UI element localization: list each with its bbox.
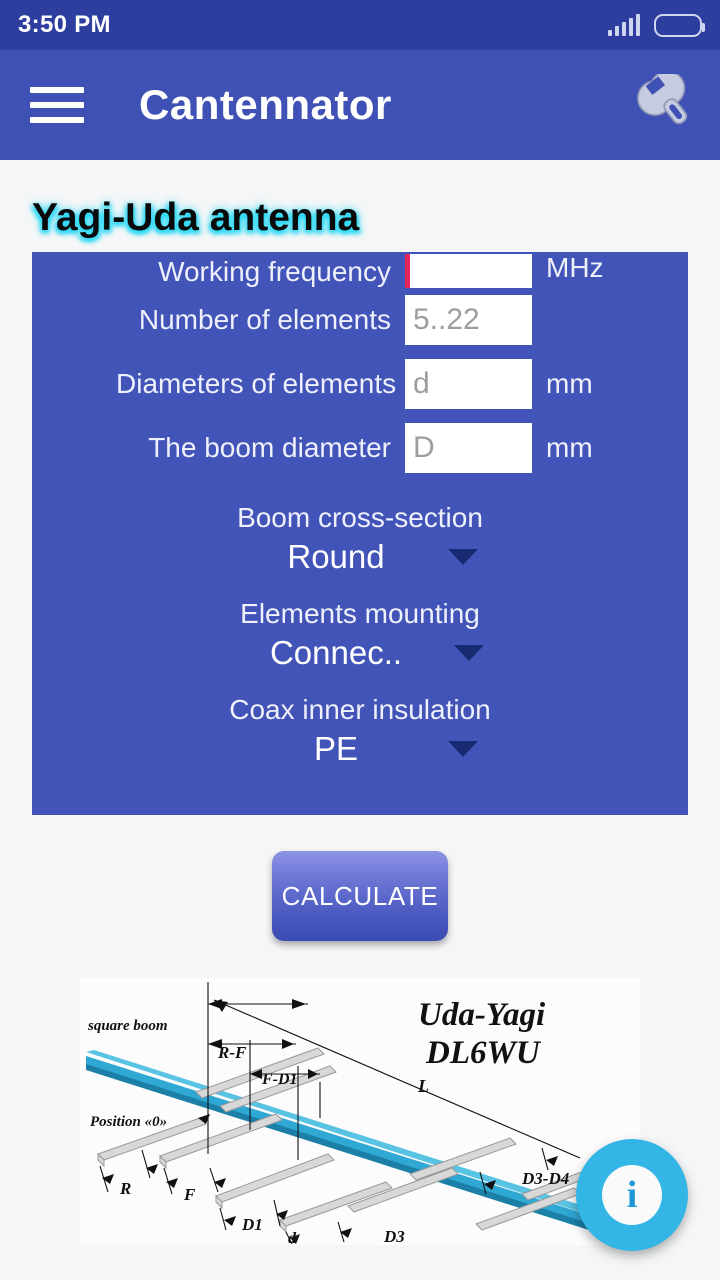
working-frequency-input[interactable]	[405, 254, 532, 288]
chevron-down-icon	[448, 549, 478, 565]
chevron-down-icon	[448, 741, 478, 757]
status-bar: 3:50 PM	[0, 0, 720, 50]
unit-boom-diameter: mm	[546, 432, 593, 463]
info-icon: i	[602, 1165, 662, 1225]
text-caret	[405, 254, 410, 288]
antenna-form-panel: Working frequency MHz Number of elements…	[32, 252, 688, 815]
app-bar: Cantennator	[0, 50, 720, 160]
boom-diameter-input[interactable]: D	[405, 423, 532, 473]
hamburger-menu-icon[interactable]	[30, 83, 84, 127]
status-time: 3:50 PM	[18, 11, 111, 38]
coax-inner-insulation-select[interactable]: PE	[32, 730, 688, 768]
page-title: Yagi-Uda antenna	[32, 196, 360, 239]
boom-cross-section-select[interactable]: Round	[32, 538, 688, 576]
diagram-dim-f: F	[183, 1185, 196, 1204]
diagram-title-line2: DL6WU	[425, 1035, 542, 1071]
label-elements-mounting: Elements mounting	[240, 598, 480, 629]
label-boom-diameter: The boom diameter	[148, 432, 391, 463]
diagram-label-square-boom: square boom	[87, 1018, 168, 1034]
diagram-dim-rf: R-F	[217, 1043, 247, 1062]
coax-inner-insulation-value: PE	[313, 730, 359, 767]
diameters-of-elements-input[interactable]: d	[405, 359, 532, 409]
field-row-working-frequency: Working frequency MHz	[32, 252, 688, 288]
signal-bars-icon	[607, 14, 640, 36]
boom-cross-section-value: Round	[287, 538, 385, 575]
battery-icon	[654, 13, 705, 37]
label-diameters-of-elements: Diameters of elements	[116, 368, 397, 399]
unit-working-frequency: MHz	[546, 252, 604, 283]
app-title: Cantennator	[139, 81, 392, 128]
diagram-dim-d3d4: D3-D4	[521, 1169, 569, 1188]
select-group-coax-inner-insulation: Coax inner insulation PE	[32, 694, 688, 768]
diagram-dim-l: L	[417, 1076, 429, 1096]
app-screen: 3:50 PM Cantennator Yagi-Uda antenna Wor…	[0, 0, 720, 1280]
chevron-down-icon	[454, 645, 485, 661]
diagram-title-line1: Uda-Yagi	[418, 997, 546, 1033]
number-of-elements-placeholder: 5..22	[413, 303, 480, 336]
field-row-diameters-of-elements: Diameters of elements d mm	[32, 352, 688, 416]
field-row-number-of-elements: Number of elements 5..22	[32, 288, 688, 352]
diagram-dim-d: d	[288, 1230, 297, 1245]
label-number-of-elements: Number of elements	[138, 304, 391, 335]
diagram-label-position-zero: Position «0»	[90, 1114, 167, 1130]
diagram-dim-fd1: F-D1	[261, 1071, 298, 1088]
diameters-of-elements-placeholder: d	[413, 367, 430, 400]
diagram-dim-r: R	[119, 1179, 131, 1198]
unit-diameters-of-elements: mm	[546, 368, 593, 399]
field-row-boom-diameter: The boom diameter D mm	[32, 416, 688, 480]
label-coax-inner-insulation: Coax inner insulation	[229, 694, 491, 725]
number-of-elements-input[interactable]: 5..22	[405, 295, 532, 345]
elements-mounting-value: Connec..	[269, 634, 403, 671]
calculate-button[interactable]: CALCULATE	[272, 851, 448, 941]
status-icons	[607, 13, 705, 37]
label-boom-cross-section: Boom cross-section	[237, 502, 483, 533]
info-fab-button[interactable]: i	[576, 1139, 688, 1251]
select-group-boom-cross-section: Boom cross-section Round	[32, 502, 688, 576]
wrench-icon[interactable]	[628, 74, 690, 136]
diagram-dim-d1: D1	[241, 1215, 263, 1234]
elements-mounting-select[interactable]: Connec..	[32, 634, 688, 672]
diagram-dim-d3: D3	[383, 1227, 405, 1245]
boom-diameter-placeholder: D	[413, 431, 435, 464]
antenna-diagram: square boom Position «0» Uda-Yagi DL6WU …	[80, 978, 640, 1245]
label-working-frequency: Working frequency	[158, 256, 391, 287]
select-group-elements-mounting: Elements mounting Connec..	[32, 598, 688, 672]
